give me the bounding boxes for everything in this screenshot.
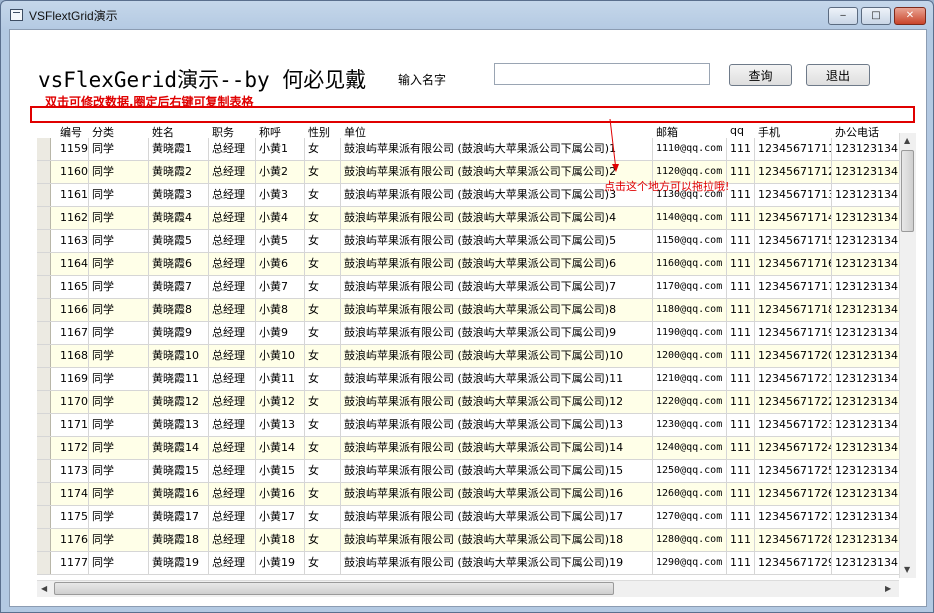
window-app-icon (10, 9, 23, 21)
minimize-button[interactable]: ‒ (828, 7, 858, 25)
drag-annotation-text: 点击这个地方可以拖拉哦! (604, 180, 730, 193)
title-bar[interactable]: VSFlextGrid演示 ‒ □ ✕ (1, 1, 933, 29)
app-window: VSFlextGrid演示 ‒ □ ✕ vsFlexGerid演示--by 何必… (0, 0, 934, 613)
client-area: vsFlexGerid演示--by 何必见戴 输入名字 查询 退出 双击可修改数… (9, 29, 927, 607)
close-window-button[interactable]: ✕ (894, 7, 926, 25)
annotation-arrow (609, 118, 619, 172)
maximize-button[interactable]: □ (861, 7, 891, 25)
window-title: VSFlextGrid演示 (29, 9, 118, 23)
